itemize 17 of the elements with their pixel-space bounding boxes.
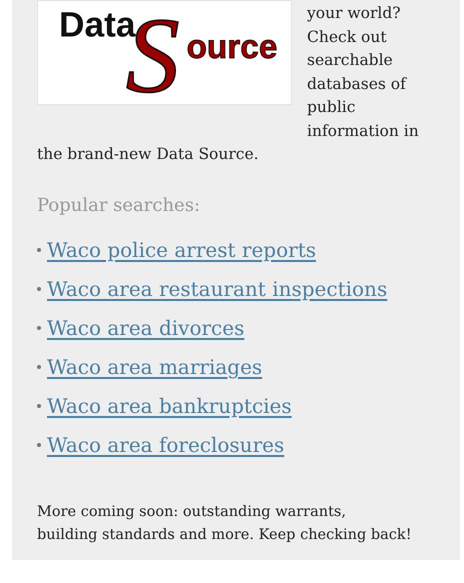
intro-text: the brand-new Data Source. bbox=[37, 144, 259, 165]
bullet-icon bbox=[37, 404, 41, 408]
search-link[interactable]: Waco police arrest reports bbox=[47, 238, 316, 262]
note-text: More coming soon: outstanding warrants, building standards and more. Keep checking back! bbox=[37, 502, 413, 544]
search-link[interactable]: Waco area bankruptcies bbox=[47, 394, 292, 418]
bullet-icon bbox=[37, 287, 41, 291]
search-link[interactable]: Waco area restaurant inspections bbox=[47, 277, 388, 301]
search-link[interactable]: Waco area marriages bbox=[47, 355, 262, 379]
bullet-icon bbox=[37, 365, 41, 369]
bullet-icon bbox=[37, 326, 41, 330]
intro-text: your world? Check out searchable databases of public information in bbox=[307, 3, 420, 142]
bullet-icon bbox=[37, 443, 41, 447]
search-link[interactable]: Waco area foreclosures bbox=[47, 433, 284, 457]
section-heading: Popular searches: bbox=[37, 194, 200, 218]
search-link[interactable]: Waco area divorces bbox=[47, 316, 244, 340]
logo-text: ource bbox=[186, 28, 278, 66]
bullet-icon bbox=[37, 248, 41, 252]
